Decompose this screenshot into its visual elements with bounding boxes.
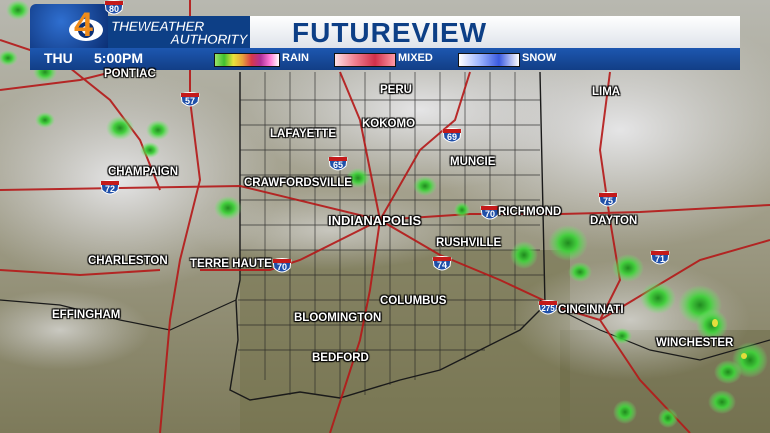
city-label: LIMA <box>592 86 621 98</box>
city-label: MUNCIE <box>450 156 496 168</box>
legend-snow-label: SNOW <box>522 52 557 64</box>
city-label-capital: INDIANAPOLIS <box>328 213 422 228</box>
legend-rain-scale <box>214 53 280 67</box>
legend-mixed-scale <box>334 53 396 67</box>
interstate-shield: 75 <box>598 192 618 210</box>
brand-line-2: AUTHORITY <box>170 31 248 48</box>
legend-snow-scale <box>458 53 520 67</box>
city-label: RICHMOND <box>498 206 562 218</box>
city-label: KOKOMO <box>362 118 416 130</box>
interstate-shield: 65 <box>328 156 348 174</box>
interstate-shield: 70 <box>480 205 500 223</box>
legend-mixed-label: MIXED <box>398 52 433 64</box>
forecast-time: 5:00PM <box>94 50 144 66</box>
interstate-shield: 57 <box>180 92 200 110</box>
city-label: RUSHVILLE <box>436 237 502 249</box>
city-label: COLUMBUS <box>380 295 447 307</box>
legend-rain-label: RAIN <box>282 52 309 64</box>
page-title: FUTUREVIEW <box>292 17 488 48</box>
city-label: PONTIAC <box>104 68 156 80</box>
interstate-shield: 80 <box>104 0 124 18</box>
city-label: CHARLESTON <box>88 255 168 267</box>
station-logo <box>30 4 108 48</box>
city-label: BEDFORD <box>312 352 369 364</box>
interstate-shield: 70 <box>272 258 292 276</box>
interstate-shield: 275 <box>538 300 558 318</box>
city-label: DAYTON <box>590 215 638 227</box>
city-label: CINCINNATI <box>558 304 624 316</box>
city-label: LAFAYETTE <box>270 128 337 140</box>
interstate-shield: 69 <box>442 128 462 146</box>
logo-number: 4 <box>74 6 93 44</box>
city-label: PERU <box>380 84 412 96</box>
city-label: CRAWFORDSVILLE <box>244 177 352 189</box>
interstate-shield: 71 <box>650 250 670 268</box>
forecast-day: THU <box>44 50 73 66</box>
interstate-shield: 74 <box>432 256 452 274</box>
city-label: TERRE HAUTE <box>190 258 272 270</box>
city-label: CHAMPAIGN <box>108 166 179 178</box>
city-label: WINCHESTER <box>656 337 734 349</box>
city-label: EFFINGHAM <box>52 309 121 321</box>
interstate-shield: 72 <box>100 180 120 198</box>
city-label: BLOOMINGTON <box>294 312 382 324</box>
